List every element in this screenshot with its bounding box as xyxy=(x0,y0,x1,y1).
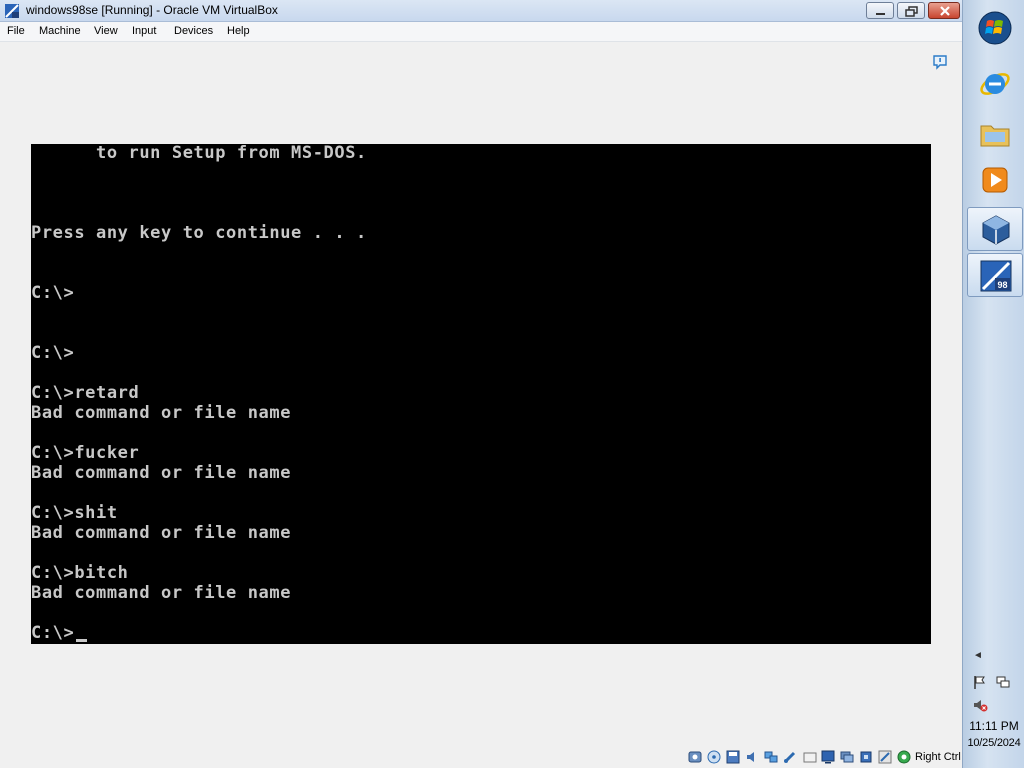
taskbar-internet-explorer[interactable] xyxy=(967,62,1023,106)
vm-settings-icon[interactable] xyxy=(878,750,892,764)
menu-input[interactable]: Input xyxy=(132,25,156,37)
console-line: Bad command or file name xyxy=(31,463,292,483)
text-cursor xyxy=(76,639,87,642)
console-line: Bad command or file name xyxy=(31,523,292,543)
windows-taskbar: 98 ◄ 11:11 PM 10/25/2024 xyxy=(962,0,1024,768)
console-prompt-line: C:\> xyxy=(31,623,75,643)
menu-devices[interactable]: Devices xyxy=(174,25,213,37)
status-bar: Right Ctrl xyxy=(0,745,962,768)
show-hidden-icons-chevron[interactable]: ◄ xyxy=(973,650,983,661)
host-key-label: Right Ctrl xyxy=(915,751,961,763)
volume-muted-icon[interactable] xyxy=(972,697,988,713)
close-button[interactable] xyxy=(928,2,960,19)
taskbar-windows-explorer[interactable] xyxy=(967,112,1023,156)
console-line: C:\>fucker xyxy=(31,443,140,463)
menu-bar: File Machine View Input Devices Help xyxy=(0,22,962,42)
menu-help[interactable]: Help xyxy=(227,25,250,37)
console-line: Bad command or file name xyxy=(31,583,292,603)
start-button[interactable] xyxy=(967,6,1023,50)
windows-orb-icon xyxy=(978,11,1012,45)
windows-explorer-icon xyxy=(980,125,1010,147)
dos-console[interactable]: to run Setup from MS-DOS. Press any key … xyxy=(31,144,931,644)
action-center-flag-icon[interactable] xyxy=(972,674,988,690)
svg-text:98: 98 xyxy=(997,280,1007,290)
console-line: C:\>retard xyxy=(31,383,140,403)
taskbar-media-player[interactable] xyxy=(967,158,1023,202)
clock-time[interactable]: 11:11 PM xyxy=(965,719,1023,733)
clock-date[interactable]: 10/25/2024 xyxy=(964,737,1024,749)
console-line: C:\> xyxy=(31,343,75,363)
notification-message-icon[interactable] xyxy=(932,54,948,70)
network-icon[interactable] xyxy=(764,750,778,764)
console-line: Press any key to continue . . . xyxy=(31,223,367,243)
windows98-icon: 98 xyxy=(980,260,1012,292)
hard-disk-icon[interactable] xyxy=(688,750,702,764)
minimize-button[interactable] xyxy=(866,2,894,19)
audio-icon[interactable] xyxy=(745,750,759,764)
console-line: C:\>shit xyxy=(31,503,118,523)
virtualbox-icon xyxy=(982,215,1010,245)
virtualbox-app-icon xyxy=(5,4,19,18)
usb-icon[interactable] xyxy=(783,750,797,764)
taskbar-virtualbox[interactable] xyxy=(967,207,1023,251)
cpu-icon[interactable] xyxy=(859,750,873,764)
video-capture-icon[interactable] xyxy=(840,750,854,764)
minimize-icon xyxy=(876,13,885,15)
mouse-integration-icon[interactable] xyxy=(897,750,911,764)
desktop-screen: windows98se [Running] - Oracle VM Virtua… xyxy=(0,0,1024,768)
menu-view[interactable]: View xyxy=(94,25,118,37)
menu-file[interactable]: File xyxy=(7,25,25,37)
shared-folder-icon[interactable] xyxy=(803,750,817,764)
taskbar-windows98se-vm[interactable]: 98 xyxy=(967,253,1023,297)
console-line: to run Setup from MS-DOS. xyxy=(31,144,367,163)
window-title: windows98se [Running] - Oracle VM Virtua… xyxy=(26,3,278,17)
optical-drive-icon[interactable] xyxy=(707,750,721,764)
console-line: Bad command or file name xyxy=(31,403,292,423)
close-icon xyxy=(940,6,950,16)
title-bar[interactable]: windows98se [Running] - Oracle VM Virtua… xyxy=(0,0,962,22)
network-tray-icon[interactable] xyxy=(995,674,1011,690)
media-player-icon xyxy=(982,167,1008,193)
virtualbox-window: windows98se [Running] - Oracle VM Virtua… xyxy=(0,0,962,768)
internet-explorer-icon xyxy=(980,73,1010,95)
floppy-disk-icon[interactable] xyxy=(726,750,740,764)
console-line: C:\> xyxy=(31,283,75,303)
menu-machine[interactable]: Machine xyxy=(39,25,81,37)
restore-icon xyxy=(905,6,918,17)
console-line: C:\>bitch xyxy=(31,563,129,583)
display-icon[interactable] xyxy=(821,750,835,764)
restore-button[interactable] xyxy=(897,2,925,19)
